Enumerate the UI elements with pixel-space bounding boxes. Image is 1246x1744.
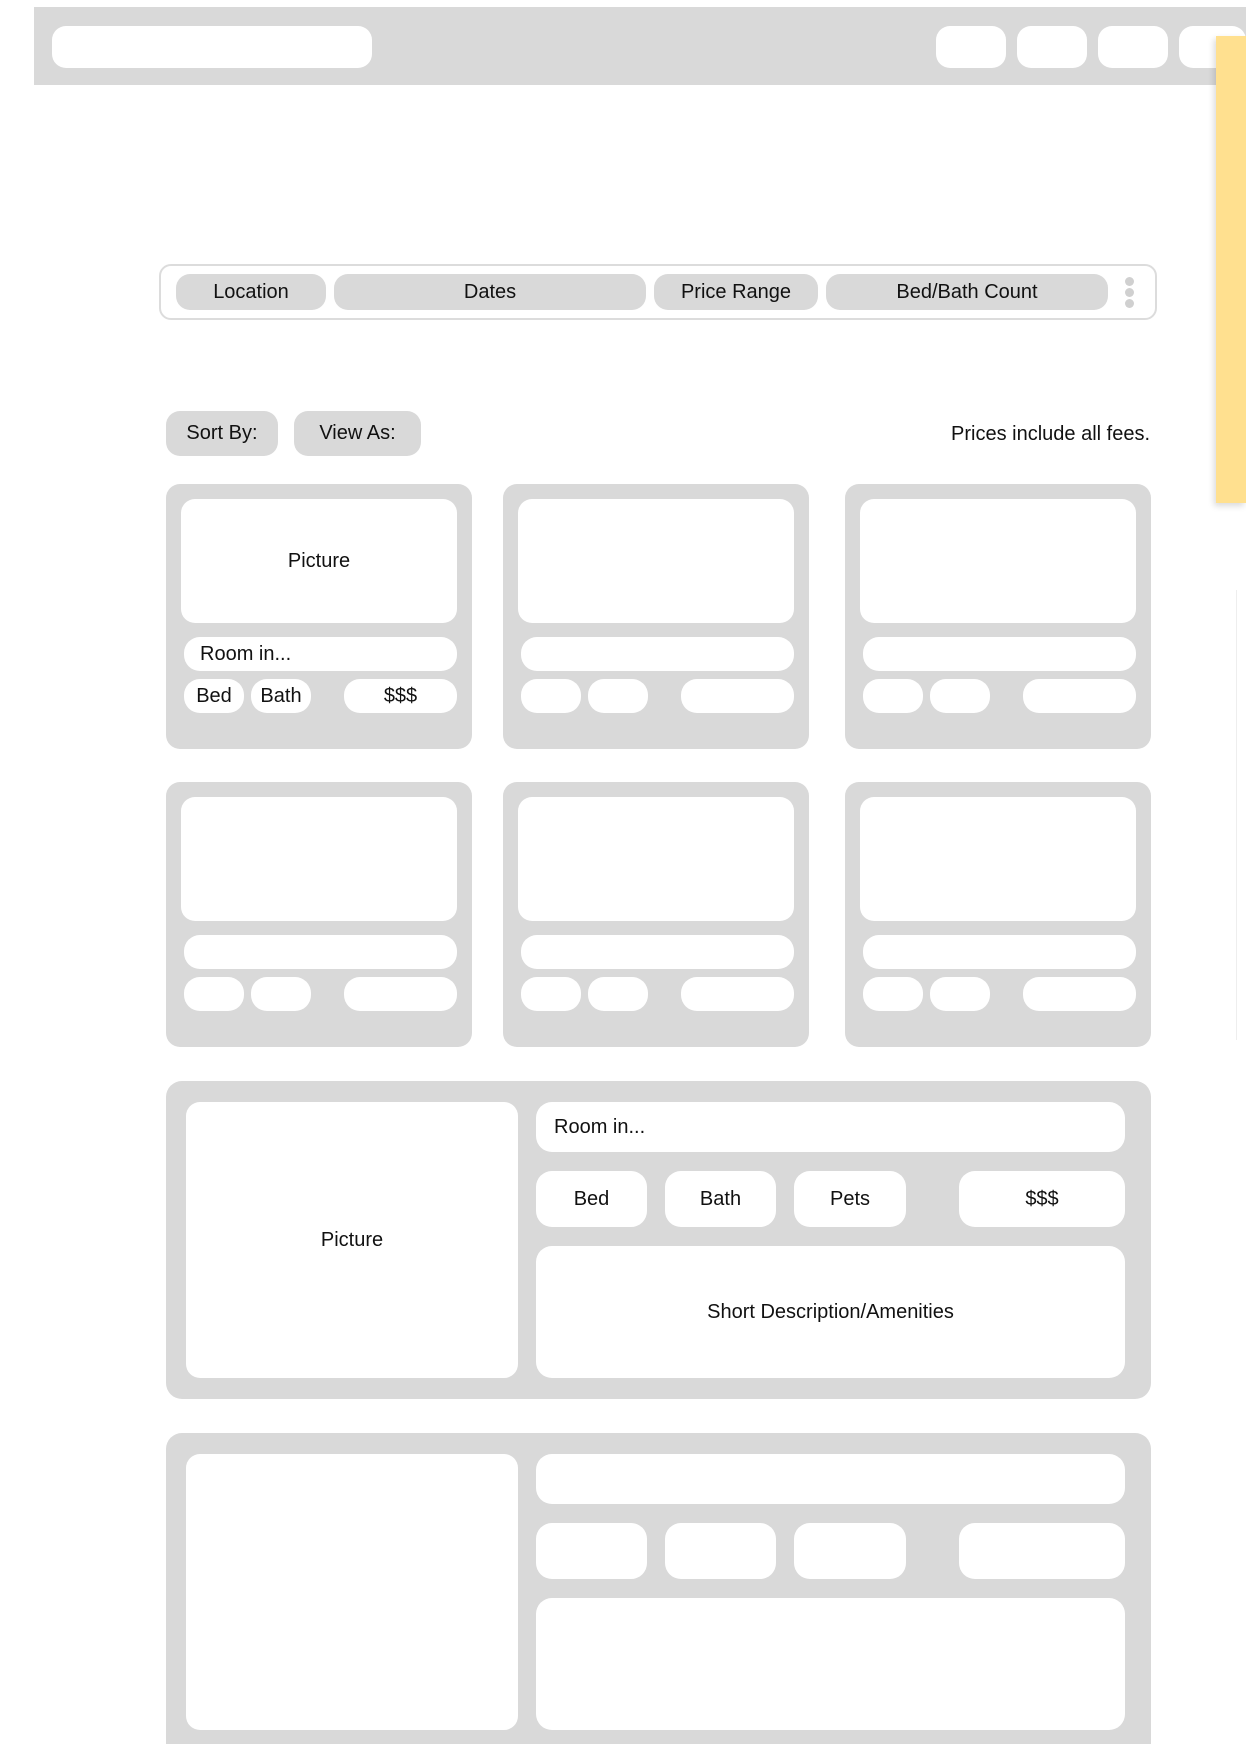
list-listing-picture[interactable]: Picture: [186, 1102, 518, 1378]
listing-title: [184, 935, 457, 969]
bed-badge: [863, 977, 923, 1011]
bed-badge: [184, 977, 244, 1011]
view-as-button[interactable]: View As:: [294, 411, 421, 456]
bath-badge: [251, 977, 311, 1011]
list-listing-title: [536, 1454, 1125, 1504]
listing-picture[interactable]: [518, 797, 794, 921]
listing-title: [863, 935, 1136, 969]
bath-badge: Bath: [251, 679, 311, 713]
bed-badge: Bed: [536, 1171, 647, 1227]
nav-button-1[interactable]: [936, 26, 1006, 68]
filter-bed-bath[interactable]: Bed/Bath Count: [826, 274, 1108, 310]
bed-badge: [863, 679, 923, 713]
listing-title: [863, 637, 1136, 671]
dot: [1125, 299, 1134, 308]
filter-dates[interactable]: Dates: [334, 274, 646, 310]
price-badge: [344, 977, 457, 1011]
price-badge: [681, 977, 794, 1011]
listing-picture[interactable]: [860, 499, 1136, 623]
price-badge: [959, 1523, 1125, 1579]
price-badge: [1023, 977, 1136, 1011]
search-input[interactable]: [52, 26, 372, 68]
bath-badge: [665, 1523, 776, 1579]
bath-badge: [930, 679, 990, 713]
listing-picture[interactable]: [860, 797, 1136, 921]
nav-button-2[interactable]: [1017, 26, 1087, 68]
bed-badge: [521, 977, 581, 1011]
dot: [1125, 288, 1134, 297]
listing-picture[interactable]: Picture: [181, 499, 457, 623]
description-box: [536, 1598, 1125, 1730]
listing-title: [521, 935, 794, 969]
bed-badge: Bed: [184, 679, 244, 713]
pets-badge: [794, 1523, 906, 1579]
bath-badge: Bath: [665, 1171, 776, 1227]
bath-badge: [588, 977, 648, 1011]
listing-title: Room in...: [184, 637, 457, 671]
bed-badge: [521, 679, 581, 713]
sticky-note-edge: [1236, 590, 1246, 1040]
list-listing-title: Room in...: [536, 1102, 1125, 1152]
description-box: Short Description/Amenities: [536, 1246, 1125, 1378]
listing-title: [521, 637, 794, 671]
pets-badge: Pets: [794, 1171, 906, 1227]
nav-button-3[interactable]: [1098, 26, 1168, 68]
sticky-note: [1216, 36, 1246, 503]
more-filters-icon[interactable]: [1119, 274, 1141, 310]
fees-note: Prices include all fees.: [951, 423, 1150, 445]
price-badge: $$$: [959, 1171, 1125, 1227]
price-badge: $$$: [344, 679, 457, 713]
listing-picture[interactable]: [181, 797, 457, 921]
listing-picture[interactable]: [518, 499, 794, 623]
bath-badge: [930, 977, 990, 1011]
bed-badge: [536, 1523, 647, 1579]
list-listing-picture[interactable]: [186, 1454, 518, 1730]
filter-price-range[interactable]: Price Range: [654, 274, 818, 310]
filter-location[interactable]: Location: [176, 274, 326, 310]
price-badge: [1023, 679, 1136, 713]
bath-badge: [588, 679, 648, 713]
dot: [1125, 277, 1134, 286]
sort-by-button[interactable]: Sort By:: [166, 411, 278, 456]
price-badge: [681, 679, 794, 713]
